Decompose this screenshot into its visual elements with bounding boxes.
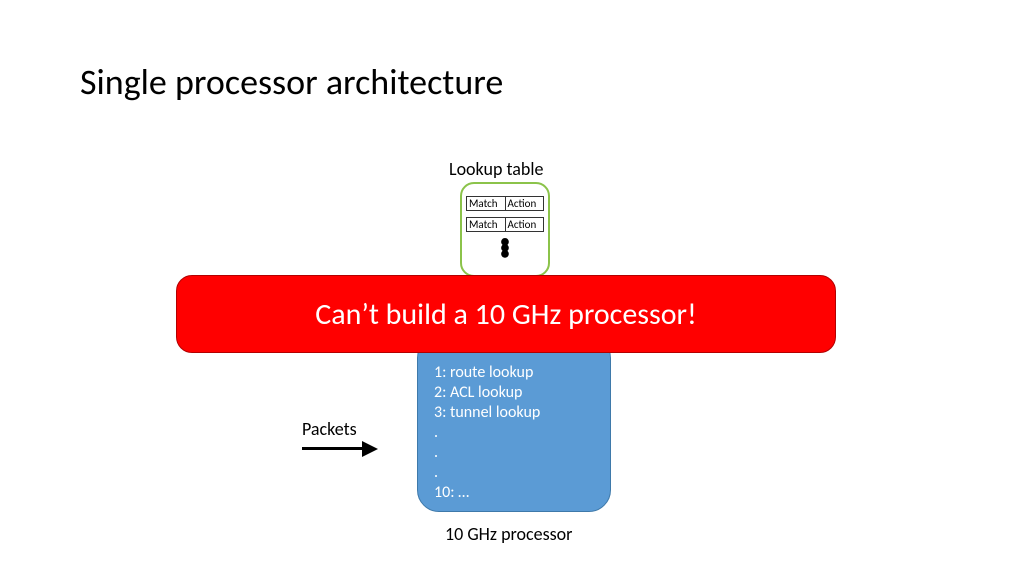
proc-line: 1: route lookup [434,363,594,383]
proc-line: . [434,443,594,463]
match-cell: Match [467,197,506,210]
proc-line: 10: … [434,483,594,503]
warning-banner: Can’t build a 10 GHz processor! [176,275,836,353]
proc-line: . [434,463,594,483]
slide-title: Single processor architecture [80,60,503,104]
processor-box: 1: route lookup 2: ACL lookup 3: tunnel … [417,336,611,512]
match-cell: Match [467,218,506,231]
slide: Single processor architecture Lookup tab… [0,0,1024,576]
action-cell: Action [506,218,544,231]
proc-line: . [434,423,594,443]
lookup-table-box: Match Action Match Action ••• [460,182,550,277]
lookup-table-label: Lookup table [449,158,543,180]
proc-line: 3: tunnel lookup [434,403,594,423]
proc-line: 2: ACL lookup [434,383,594,403]
lookup-row: Match Action [466,196,544,211]
action-cell: Action [506,197,544,210]
warning-banner-text: Can’t build a 10 GHz processor! [315,296,697,333]
vertical-dots-icon: ••• [462,238,548,256]
arrow-icon [302,442,380,456]
processor-bottom-label: 10 GHz processor [445,523,572,545]
packets-label: Packets [302,418,357,440]
